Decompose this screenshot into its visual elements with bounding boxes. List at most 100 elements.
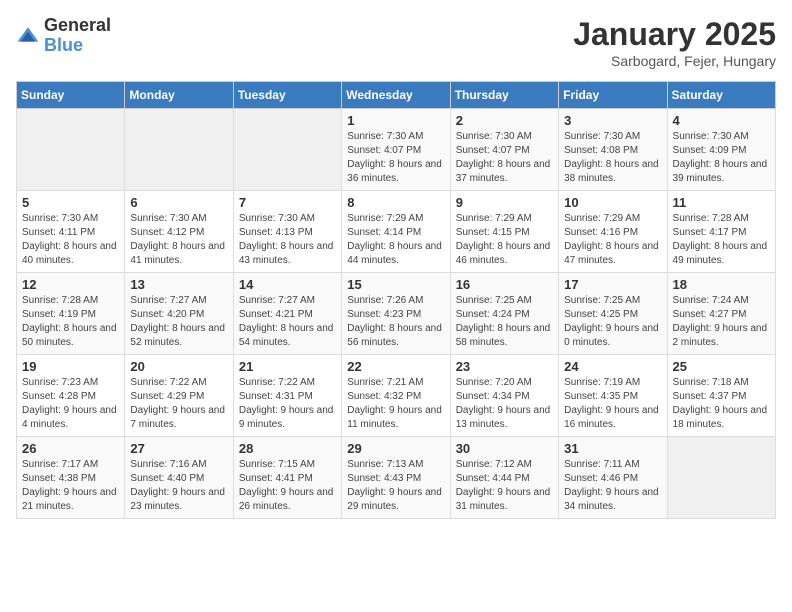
day-detail: Sunrise: 7:28 AM Sunset: 4:17 PM Dayligh… — [673, 212, 770, 268]
table-row: 1 Sunrise: 7:30 AM Sunset: 4:07 PM Daylig… — [342, 109, 450, 191]
calendar-week-row: 5 Sunrise: 7:30 AM Sunset: 4:11 PM Daylig… — [17, 191, 776, 273]
day-number: 10 — [564, 195, 661, 210]
col-sunday: Sunday — [17, 82, 125, 109]
day-number: 29 — [347, 441, 444, 456]
day-detail: Sunrise: 7:29 AM Sunset: 4:16 PM Dayligh… — [564, 212, 661, 268]
day-detail: Sunrise: 7:30 AM Sunset: 4:12 PM Dayligh… — [130, 212, 227, 268]
table-row: 27 Sunrise: 7:16 AM Sunset: 4:40 PM Dayli… — [125, 437, 233, 519]
day-number: 24 — [564, 359, 661, 374]
day-number: 21 — [239, 359, 336, 374]
table-row: 29 Sunrise: 7:13 AM Sunset: 4:43 PM Dayli… — [342, 437, 450, 519]
day-number: 20 — [130, 359, 227, 374]
day-detail: Sunrise: 7:29 AM Sunset: 4:14 PM Dayligh… — [347, 212, 444, 268]
day-detail: Sunrise: 7:25 AM Sunset: 4:24 PM Dayligh… — [456, 294, 553, 350]
header-row: Sunday Monday Tuesday Wednesday Thursday… — [17, 82, 776, 109]
calendar-week-row: 19 Sunrise: 7:23 AM Sunset: 4:28 PM Dayli… — [17, 355, 776, 437]
day-number: 27 — [130, 441, 227, 456]
day-number: 6 — [130, 195, 227, 210]
table-row: 7 Sunrise: 7:30 AM Sunset: 4:13 PM Daylig… — [233, 191, 341, 273]
calendar-week-row: 1 Sunrise: 7:30 AM Sunset: 4:07 PM Daylig… — [17, 109, 776, 191]
table-row: 5 Sunrise: 7:30 AM Sunset: 4:11 PM Daylig… — [17, 191, 125, 273]
day-detail: Sunrise: 7:21 AM Sunset: 4:32 PM Dayligh… — [347, 376, 444, 432]
table-row: 22 Sunrise: 7:21 AM Sunset: 4:32 PM Dayli… — [342, 355, 450, 437]
day-number: 25 — [673, 359, 770, 374]
day-detail: Sunrise: 7:30 AM Sunset: 4:11 PM Dayligh… — [22, 212, 119, 268]
day-number: 11 — [673, 195, 770, 210]
day-detail: Sunrise: 7:22 AM Sunset: 4:31 PM Dayligh… — [239, 376, 336, 432]
table-row: 13Sunrise: 7:27 AM Sunset: 4:20 PM Dayli… — [125, 273, 233, 355]
location-subtitle: Sarbogard, Fejer, Hungary — [573, 53, 776, 69]
day-detail: Sunrise: 7:13 AM Sunset: 4:43 PM Dayligh… — [347, 458, 444, 514]
table-row — [125, 109, 233, 191]
table-row: 12 Sunrise: 7:28 AM Sunset: 4:19 PM Dayli… — [17, 273, 125, 355]
day-detail: Sunrise: 7:24 AM Sunset: 4:27 PM Dayligh… — [673, 294, 770, 350]
table-row: 8Sunrise: 7:29 AM Sunset: 4:14 PM Daylig… — [342, 191, 450, 273]
day-number: 2 — [456, 113, 553, 128]
table-row: 11 Sunrise: 7:28 AM Sunset: 4:17 PM Dayli… — [667, 191, 775, 273]
table-row: 26 Sunrise: 7:17 AM Sunset: 4:38 PM Dayli… — [17, 437, 125, 519]
day-detail: Sunrise: 7:25 AM Sunset: 4:25 PM Dayligh… — [564, 294, 661, 350]
day-detail: Sunrise: 7:17 AM Sunset: 4:38 PM Dayligh… — [22, 458, 119, 514]
day-detail: Sunrise: 7:29 AM Sunset: 4:15 PM Dayligh… — [456, 212, 553, 268]
day-detail: Sunrise: 7:30 AM Sunset: 4:08 PM Dayligh… — [564, 130, 661, 186]
table-row: 18 Sunrise: 7:24 AM Sunset: 4:27 PM Dayli… — [667, 273, 775, 355]
day-number: 12 — [22, 277, 119, 292]
month-title: January 2025 — [573, 16, 776, 53]
day-detail: Sunrise: 7:11 AM Sunset: 4:46 PM Dayligh… — [564, 458, 661, 514]
day-detail: Sunrise: 7:28 AM Sunset: 4:19 PM Dayligh… — [22, 294, 119, 350]
table-row: 9 Sunrise: 7:29 AM Sunset: 4:15 PM Daylig… — [450, 191, 558, 273]
day-number: 4 — [673, 113, 770, 128]
logo-icon — [16, 24, 40, 48]
day-number: 22 — [347, 359, 444, 374]
title-block: January 2025 Sarbogard, Fejer, Hungary — [573, 16, 776, 69]
day-number: 7 — [239, 195, 336, 210]
day-number: 31 — [564, 441, 661, 456]
day-number: 3 — [564, 113, 661, 128]
day-number: 9 — [456, 195, 553, 210]
logo-general-text: General — [44, 16, 111, 36]
col-tuesday: Tuesday — [233, 82, 341, 109]
table-row: 19 Sunrise: 7:23 AM Sunset: 4:28 PM Dayli… — [17, 355, 125, 437]
day-number: 26 — [22, 441, 119, 456]
day-number: 23 — [456, 359, 553, 374]
calendar-body: 1 Sunrise: 7:30 AM Sunset: 4:07 PM Daylig… — [17, 109, 776, 519]
col-monday: Monday — [125, 82, 233, 109]
table-row: 24Sunrise: 7:19 AM Sunset: 4:35 PM Dayli… — [559, 355, 667, 437]
day-detail: Sunrise: 7:30 AM Sunset: 4:07 PM Dayligh… — [456, 130, 553, 186]
day-detail: Sunrise: 7:23 AM Sunset: 4:28 PM Dayligh… — [22, 376, 119, 432]
col-saturday: Saturday — [667, 82, 775, 109]
day-detail: Sunrise: 7:16 AM Sunset: 4:40 PM Dayligh… — [130, 458, 227, 514]
day-number: 16 — [456, 277, 553, 292]
day-detail: Sunrise: 7:30 AM Sunset: 4:07 PM Dayligh… — [347, 130, 444, 186]
day-number: 30 — [456, 441, 553, 456]
day-number: 18 — [673, 277, 770, 292]
day-number: 17 — [564, 277, 661, 292]
table-row: 21 Sunrise: 7:22 AM Sunset: 4:31 PM Dayli… — [233, 355, 341, 437]
table-row: 20 Sunrise: 7:22 AM Sunset: 4:29 PM Dayli… — [125, 355, 233, 437]
table-row: 14Sunrise: 7:27 AM Sunset: 4:21 PM Dayli… — [233, 273, 341, 355]
table-row: 16 Sunrise: 7:25 AM Sunset: 4:24 PM Dayli… — [450, 273, 558, 355]
table-row: 28 Sunrise: 7:15 AM Sunset: 4:41 PM Dayli… — [233, 437, 341, 519]
table-row: 2 Sunrise: 7:30 AM Sunset: 4:07 PM Daylig… — [450, 109, 558, 191]
table-row — [233, 109, 341, 191]
table-row — [17, 109, 125, 191]
table-row: 3 Sunrise: 7:30 AM Sunset: 4:08 PM Daylig… — [559, 109, 667, 191]
table-row: 10 Sunrise: 7:29 AM Sunset: 4:16 PM Dayli… — [559, 191, 667, 273]
page-header: General Blue January 2025 Sarbogard, Fej… — [16, 16, 776, 69]
table-row: 15 Sunrise: 7:26 AM Sunset: 4:23 PM Dayli… — [342, 273, 450, 355]
day-detail: Sunrise: 7:30 AM Sunset: 4:13 PM Dayligh… — [239, 212, 336, 268]
day-number: 5 — [22, 195, 119, 210]
day-detail: Sunrise: 7:26 AM Sunset: 4:23 PM Dayligh… — [347, 294, 444, 350]
col-thursday: Thursday — [450, 82, 558, 109]
day-detail: Sunrise: 7:20 AM Sunset: 4:34 PM Dayligh… — [456, 376, 553, 432]
day-number: 1 — [347, 113, 444, 128]
day-number: 19 — [22, 359, 119, 374]
day-detail: Sunrise: 7:15 AM Sunset: 4:41 PM Dayligh… — [239, 458, 336, 514]
calendar-header: Sunday Monday Tuesday Wednesday Thursday… — [17, 82, 776, 109]
day-detail: Sunrise: 7:30 AM Sunset: 4:09 PM Dayligh… — [673, 130, 770, 186]
day-detail: Sunrise: 7:22 AM Sunset: 4:29 PM Dayligh… — [130, 376, 227, 432]
day-number: 28 — [239, 441, 336, 456]
day-detail: Sunrise: 7:18 AM Sunset: 4:37 PM Dayligh… — [673, 376, 770, 432]
day-number: 15 — [347, 277, 444, 292]
table-row: 6 Sunrise: 7:30 AM Sunset: 4:12 PM Daylig… — [125, 191, 233, 273]
